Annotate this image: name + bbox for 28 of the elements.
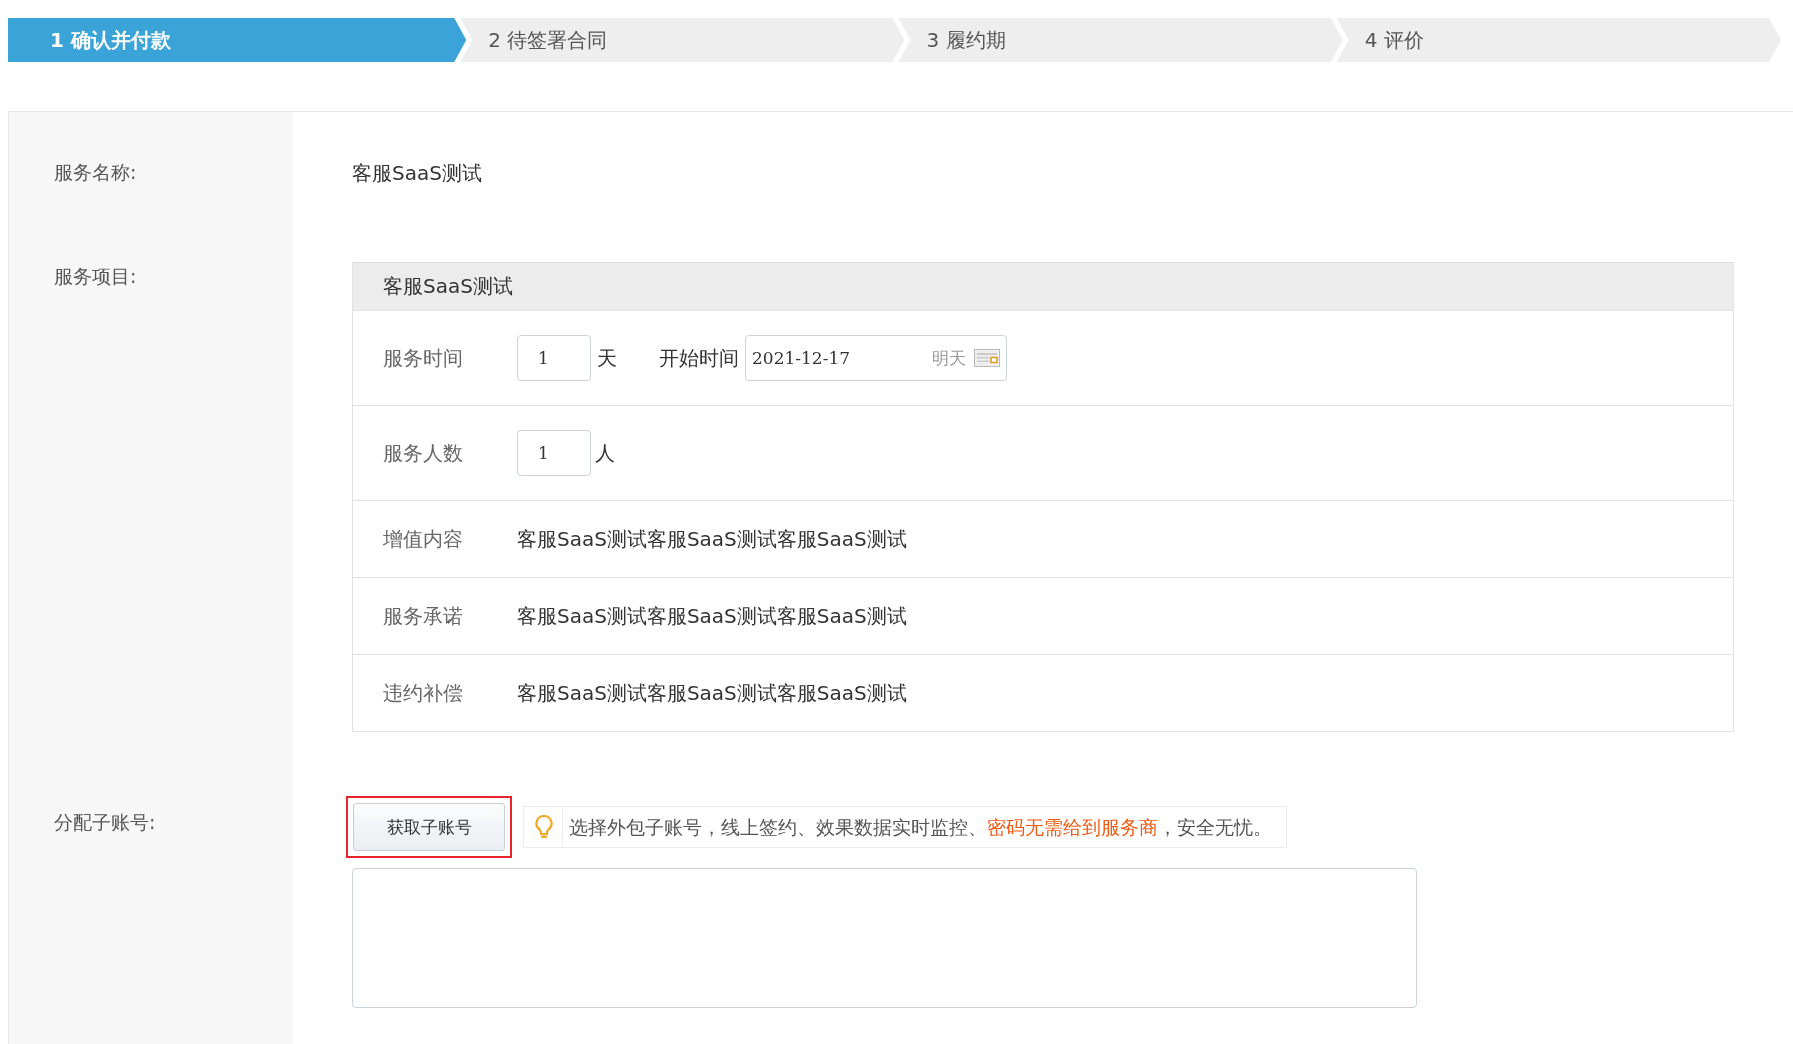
unit-label: 天 xyxy=(597,344,618,372)
field-label: 分配子账号: xyxy=(53,810,157,835)
row-label: 服务时间 xyxy=(382,344,464,372)
tip-text: 选择外包子账号，线上签约、效果数据实时监控、密码无需给到服务商，安全无忧。 xyxy=(562,808,1272,846)
row-value: 客服SaaS测试客服SaaS测试客服SaaS测试 xyxy=(517,679,907,707)
date-value: 2021-12-17 xyxy=(752,348,851,368)
service-name-value: 客服SaaS测试 xyxy=(352,160,482,187)
row-label: 服务人数 xyxy=(382,439,464,467)
row-label: 增值内容 xyxy=(382,525,464,553)
row-label: 服务承诺 xyxy=(382,602,464,630)
table-header: 客服SaaS测试 xyxy=(353,262,1733,310)
date-hint: 明天 xyxy=(932,346,966,370)
number-field[interactable]: 1 xyxy=(517,335,591,381)
get-sub-account-button[interactable]: 获取子账号 xyxy=(353,803,505,851)
step-tab[interactable]: 4 评价 xyxy=(1336,18,1781,62)
step-tab[interactable]: 3 履约期 xyxy=(898,18,1343,62)
lightbulb-icon xyxy=(534,814,554,840)
unit-label: 人 xyxy=(595,439,615,467)
calendar-icon[interactable] xyxy=(974,349,1000,367)
date-field[interactable]: 2021-12-17 明天 xyxy=(745,335,1007,381)
field-label: 服务名称: xyxy=(53,160,138,185)
start-time-label: 开始时间 xyxy=(659,344,739,372)
field-label: 服务项目: xyxy=(53,264,138,289)
number-field[interactable]: 1 xyxy=(517,430,591,476)
row-label: 违约补偿 xyxy=(382,679,464,707)
step-tab[interactable]: 2 待签署合同 xyxy=(460,18,905,62)
row-value: 客服SaaS测试客服SaaS测试客服SaaS测试 xyxy=(517,602,907,630)
row-value: 客服SaaS测试客服SaaS测试客服SaaS测试 xyxy=(517,525,907,553)
